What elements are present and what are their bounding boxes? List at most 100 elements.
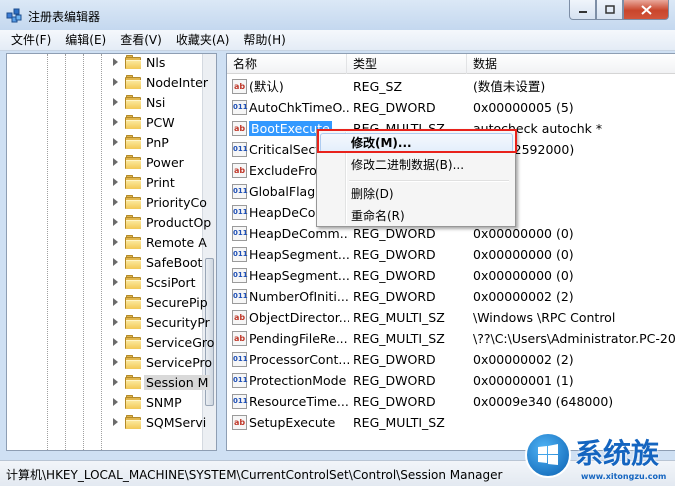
tree-item[interactable]: SecurityPr: [7, 312, 210, 332]
expand-arrow-icon[interactable]: [113, 98, 118, 106]
value-list[interactable]: 名称 类型 数据 ab (默认) REG_SZ (数值未设置) 011 AutoChkTi…: [226, 53, 675, 451]
value-row[interactable]: 011 HeapSegment... REG_DWORD 0x00000000 (0): [227, 265, 675, 286]
value-type: REG_DWORD: [353, 247, 436, 262]
list-header: 名称 类型 数据: [227, 54, 675, 74]
expand-arrow-icon[interactable]: [113, 358, 118, 366]
expand-arrow-icon[interactable]: [113, 158, 118, 166]
registry-tree[interactable]: Nls NodeInter Nsi PCW PnP Power Print PriorityC…: [6, 53, 217, 451]
tree-item[interactable]: SecurePip: [7, 292, 208, 312]
string-value-icon: ab: [232, 331, 247, 346]
tree-item-label: ServiceGro: [146, 334, 215, 350]
value-name: AutoChkTimeO...: [249, 100, 349, 115]
expand-arrow-icon[interactable]: [113, 178, 118, 186]
tree-item-label: Nsi: [146, 94, 166, 110]
value-row[interactable]: ab ObjectDirector... REG_MULTI_SZ \Windows …: [227, 307, 675, 328]
tree-item[interactable]: PriorityCo: [7, 192, 207, 212]
menu-rename[interactable]: 重命名(R): [319, 205, 513, 227]
value-data: \??\C:\Users\Administrator.PC-201: [473, 331, 675, 346]
tree-item-label: PCW: [146, 114, 175, 130]
close-icon: [640, 4, 652, 15]
tree-item[interactable]: PCW: [7, 112, 207, 132]
folder-icon: [125, 334, 142, 350]
expand-arrow-icon[interactable]: [113, 298, 118, 306]
menu-file[interactable]: 文件(F): [4, 30, 58, 51]
menu-modify-binary[interactable]: 修改二进制数据(B)...: [319, 154, 513, 176]
tree-item[interactable]: Power: [7, 152, 207, 172]
value-data: 0x00000001 (1): [473, 373, 574, 388]
expand-arrow-icon[interactable]: [113, 258, 118, 266]
expand-arrow-icon[interactable]: [113, 418, 118, 426]
windows-logo-icon: [525, 432, 571, 478]
close-button[interactable]: [623, 0, 669, 20]
expand-arrow-icon[interactable]: [113, 318, 118, 326]
value-row[interactable]: 011 HeapSegment... REG_DWORD 0x00000000 (0): [227, 244, 675, 265]
folder-icon: [125, 74, 142, 90]
value-row[interactable]: 011 AutoChkTimeO... REG_DWORD 0x00000005 (5…: [227, 97, 675, 118]
tree-item[interactable]: Session M: [7, 372, 211, 392]
maximize-icon: [604, 5, 615, 14]
value-row[interactable]: ab (默认) REG_SZ (数值未设置): [227, 76, 675, 97]
tree-item[interactable]: PnP: [7, 132, 207, 152]
expand-arrow-icon[interactable]: [113, 378, 118, 386]
expand-arrow-icon[interactable]: [113, 338, 118, 346]
tree-item-label: ProductOp: [146, 214, 212, 230]
maximize-button[interactable]: [596, 0, 623, 20]
windows-flag-icon: [538, 444, 558, 465]
tree-item[interactable]: SQMServi: [7, 412, 207, 432]
folder-icon: [125, 354, 142, 370]
value-row[interactable]: 011 ResourceTime... REG_DWORD 0x0009e340 (6…: [227, 391, 675, 412]
expand-arrow-icon[interactable]: [113, 278, 118, 286]
tree-item[interactable]: SNMP: [7, 392, 207, 412]
tree-item[interactable]: Remote A: [7, 232, 207, 252]
menu-help[interactable]: 帮助(H): [236, 30, 292, 51]
column-data[interactable]: 数据: [467, 54, 675, 74]
value-data: 0x00000002 (2): [473, 352, 574, 367]
value-name: HeapSegment...: [249, 247, 349, 262]
menu-edit[interactable]: 编辑(E): [58, 30, 113, 51]
expand-arrow-icon[interactable]: [113, 218, 118, 226]
expand-arrow-icon[interactable]: [113, 398, 118, 406]
folder-icon: [125, 374, 142, 390]
string-value-icon: ab: [232, 415, 247, 430]
tree-item[interactable]: Nls: [7, 54, 207, 72]
value-row[interactable]: ab PendingFileRe... REG_MULTI_SZ \??\C:\Use…: [227, 328, 675, 349]
value-row[interactable]: 011 ProtectionMode REG_DWORD 0x00000001 (1): [227, 370, 675, 391]
tree-item[interactable]: SafeBoot: [7, 252, 207, 272]
binary-value-icon: 011: [232, 184, 248, 199]
tree-item[interactable]: Nsi: [7, 92, 207, 112]
tree-item[interactable]: Print: [7, 172, 207, 192]
tree-item[interactable]: ScsiPort: [7, 272, 207, 292]
column-name[interactable]: 名称: [227, 54, 347, 74]
value-row[interactable]: 011 NumberOfIniti... REG_DWORD 0x00000002 (…: [227, 286, 675, 307]
folder-icon: [125, 114, 142, 130]
tree-item[interactable]: ServicePro: [7, 352, 212, 372]
menu-bar: 文件(F) 编辑(E) 查看(V) 收藏夹(A) 帮助(H): [0, 30, 675, 51]
folder-icon: [125, 214, 142, 230]
menu-delete[interactable]: 删除(D): [319, 183, 513, 205]
folder-icon: [125, 234, 142, 250]
expand-arrow-icon[interactable]: [113, 238, 118, 246]
tree-item[interactable]: ServiceGro: [7, 332, 214, 352]
value-row[interactable]: 011 ProcessorCont... REG_DWORD 0x00000002 (…: [227, 349, 675, 370]
expand-arrow-icon[interactable]: [113, 78, 118, 86]
value-data: 0x00000000 (0): [473, 247, 574, 262]
expand-arrow-icon[interactable]: [113, 198, 118, 206]
tree-item-label: ScsiPort: [146, 274, 196, 290]
expand-arrow-icon[interactable]: [113, 138, 118, 146]
column-type[interactable]: 类型: [347, 54, 467, 74]
expand-arrow-icon[interactable]: [113, 118, 118, 126]
menu-view[interactable]: 查看(V): [113, 30, 169, 51]
tree-item-label: Session M: [144, 374, 211, 390]
value-type: REG_SZ: [353, 79, 403, 94]
tree-item-label: Nls: [146, 54, 166, 70]
expand-arrow-icon[interactable]: [113, 58, 118, 66]
tree-item-label: Remote A: [146, 234, 207, 250]
context-menu-separator: [349, 180, 509, 182]
tree-item[interactable]: ProductOp: [7, 212, 211, 232]
menu-favorites[interactable]: 收藏夹(A): [169, 30, 237, 51]
minimize-button[interactable]: [569, 0, 596, 20]
value-name: ProtectionMode: [249, 373, 347, 388]
value-data: 0x0009e340 (648000): [473, 394, 614, 409]
tree-item[interactable]: NodeInter: [7, 72, 208, 92]
value-type: REG_DWORD: [353, 100, 436, 115]
